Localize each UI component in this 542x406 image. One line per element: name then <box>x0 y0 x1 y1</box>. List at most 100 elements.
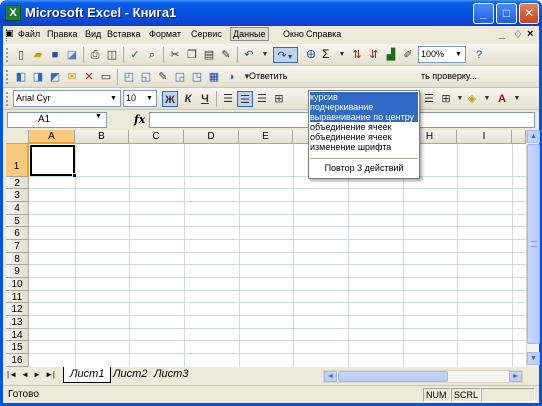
open-icon[interactable]: ▰ <box>30 47 46 63</box>
menu-edit[interactable]: Правка <box>45 28 79 40</box>
close-button[interactable]: ✕ <box>519 3 539 24</box>
font-name-select[interactable]: Arial Cyr ▼ <box>13 90 121 107</box>
review-icon-3[interactable]: ◩ <box>47 69 63 85</box>
save-icon[interactable]: ■ <box>47 47 63 63</box>
merge-center-icon[interactable]: ⊞ <box>271 91 287 107</box>
row-header-2[interactable]: 2 <box>6 177 29 189</box>
review-icon-7[interactable]: ◰ <box>121 69 137 85</box>
toolbar-grip[interactable] <box>6 48 9 62</box>
help-icon[interactable]: ? <box>471 47 487 63</box>
review-icon-9[interactable]: ✎ <box>155 69 171 85</box>
row-header-5[interactable]: 5 <box>6 215 29 227</box>
reply-button[interactable]: Ответить <box>249 71 287 81</box>
review-icon-6[interactable]: ▭ <box>98 69 114 85</box>
indent-icon[interactable]: ☰ <box>421 91 437 107</box>
worksheet-grid[interactable]: A B C D E F G H I 1 2 3 4 5 6 7 8 9 10 1… <box>6 130 526 367</box>
sheet-tab-2[interactable]: Лист2 <box>107 367 153 383</box>
print-preview-icon[interactable]: ◫ <box>104 47 120 63</box>
row-header-11[interactable]: 11 <box>6 291 29 303</box>
chevron-down-icon[interactable]: ▼ <box>95 113 102 120</box>
review-icon-12[interactable]: ▦ <box>206 69 222 85</box>
select-all-corner[interactable] <box>6 130 29 144</box>
autosum-icon[interactable]: Σ <box>322 47 329 61</box>
doc-restore-button[interactable]: ♢ <box>513 28 523 41</box>
column-header-d[interactable]: D <box>184 130 239 144</box>
row-header-7[interactable]: 7 <box>6 240 29 253</box>
row-header-9[interactable]: 9 <box>6 265 29 278</box>
print-icon[interactable]: ⎙ <box>87 47 103 63</box>
row-header-12[interactable]: 12 <box>6 303 29 316</box>
column-header-j[interactable] <box>512 130 526 144</box>
autosum-dropdown-icon[interactable]: ▼ <box>334 47 350 63</box>
row-header-15[interactable]: 15 <box>6 341 29 354</box>
last-sheet-icon[interactable]: ►| <box>45 370 55 379</box>
first-sheet-icon[interactable]: |◄ <box>7 370 17 379</box>
paste-icon[interactable]: ▤ <box>201 47 217 63</box>
toolbar-grip[interactable] <box>6 92 9 106</box>
column-header-b[interactable]: B <box>75 130 129 144</box>
font-color-icon[interactable]: A <box>494 91 510 107</box>
undo-item[interactable]: объединение ячеек <box>310 132 418 142</box>
next-sheet-icon[interactable]: ► <box>33 370 41 379</box>
undo-item[interactable]: курсив <box>310 92 418 102</box>
undo-item[interactable]: изменение шрифта <box>310 142 418 152</box>
underline-button[interactable]: Ч <box>197 91 213 107</box>
column-header-i[interactable]: I <box>457 130 512 144</box>
doc-minimize-button[interactable]: _ <box>499 28 505 40</box>
undo-dropdown-icon[interactable]: ▼ <box>257 47 273 63</box>
font-color-dropdown-icon[interactable]: ▼ <box>509 91 525 107</box>
chevron-down-icon[interactable]: ▼ <box>108 92 119 105</box>
active-cell-a1[interactable] <box>30 145 75 176</box>
bold-button[interactable]: Ж <box>162 91 178 107</box>
doc-close-button[interactable]: × <box>527 28 533 40</box>
format-painter-icon[interactable]: ✎ <box>218 47 234 63</box>
copy-icon[interactable]: ❐ <box>184 47 200 63</box>
vertical-scrollbar[interactable]: ▲ ▼ <box>526 130 540 367</box>
hyperlink-icon[interactable]: 🜨 <box>303 47 319 63</box>
column-header-e[interactable]: E <box>239 130 293 144</box>
italic-button[interactable]: К <box>180 91 196 107</box>
scroll-up-icon[interactable]: ▲ <box>527 130 540 143</box>
spelling-icon[interactable]: ✓ <box>127 47 143 63</box>
align-right-icon[interactable]: ☰ <box>254 91 270 107</box>
menu-window[interactable]: Окно <box>281 28 306 40</box>
research-icon[interactable]: ⌕ <box>144 47 160 63</box>
redo-button[interactable]: ↷▼ <box>273 47 298 63</box>
new-icon[interactable]: ▯ <box>13 47 29 63</box>
vertical-scroll-thumb[interactable] <box>527 144 540 344</box>
zoom-select[interactable]: 100% ▼ <box>418 46 466 63</box>
fill-color-dropdown-icon[interactable]: ▼ <box>479 91 495 107</box>
minimize-button[interactable]: _ <box>473 3 494 24</box>
maximize-button[interactable]: □ <box>496 3 517 24</box>
chevron-down-icon[interactable]: ▼ <box>453 48 464 61</box>
align-center-icon[interactable]: ☰ <box>237 91 253 107</box>
drawing-icon[interactable]: ✐ <box>400 47 416 63</box>
menu-tools[interactable]: Сервис <box>189 28 224 40</box>
chevron-down-icon[interactable]: ▼ <box>144 92 155 105</box>
end-review-button[interactable]: ть проверку... <box>421 71 477 81</box>
row-header-6[interactable]: 6 <box>6 227 29 240</box>
permission-icon[interactable]: ◪ <box>64 47 80 63</box>
review-icon-8[interactable]: ◱ <box>138 69 154 85</box>
horizontal-scrollbar[interactable]: ◄ ► <box>323 370 523 383</box>
font-size-select[interactable]: 10 ▼ <box>123 90 157 107</box>
scroll-down-icon[interactable]: ▼ <box>527 352 540 365</box>
row-header-14[interactable]: 14 <box>6 329 29 341</box>
undo-item[interactable]: выравнивание по центру <box>310 112 418 122</box>
insert-function-icon[interactable]: fx <box>134 113 145 126</box>
sort-ascending-icon[interactable]: ⇅ <box>349 47 365 63</box>
review-icon-13[interactable]: ◑ <box>223 69 239 85</box>
menu-format[interactable]: Формат <box>147 28 183 40</box>
menu-data[interactable]: Данные <box>230 27 269 41</box>
scroll-left-icon[interactable]: ◄ <box>324 371 337 382</box>
menu-file[interactable]: ▣ Файл <box>5 28 42 40</box>
menu-insert[interactable]: Вставка <box>105 28 142 40</box>
excel-doc-icon[interactable]: ▣ <box>5 28 14 39</box>
review-icon-2[interactable]: ◨ <box>30 69 46 85</box>
undo-item[interactable]: подчеркивание <box>310 102 418 112</box>
undo-icon[interactable]: ↶ <box>241 47 257 63</box>
review-icon-5[interactable]: ✕ <box>81 69 97 85</box>
sheet-tab-3[interactable]: Лист3 <box>148 367 194 383</box>
chart-wizard-icon[interactable]: ▟ <box>383 47 399 63</box>
name-box[interactable]: A1 <box>7 112 107 128</box>
